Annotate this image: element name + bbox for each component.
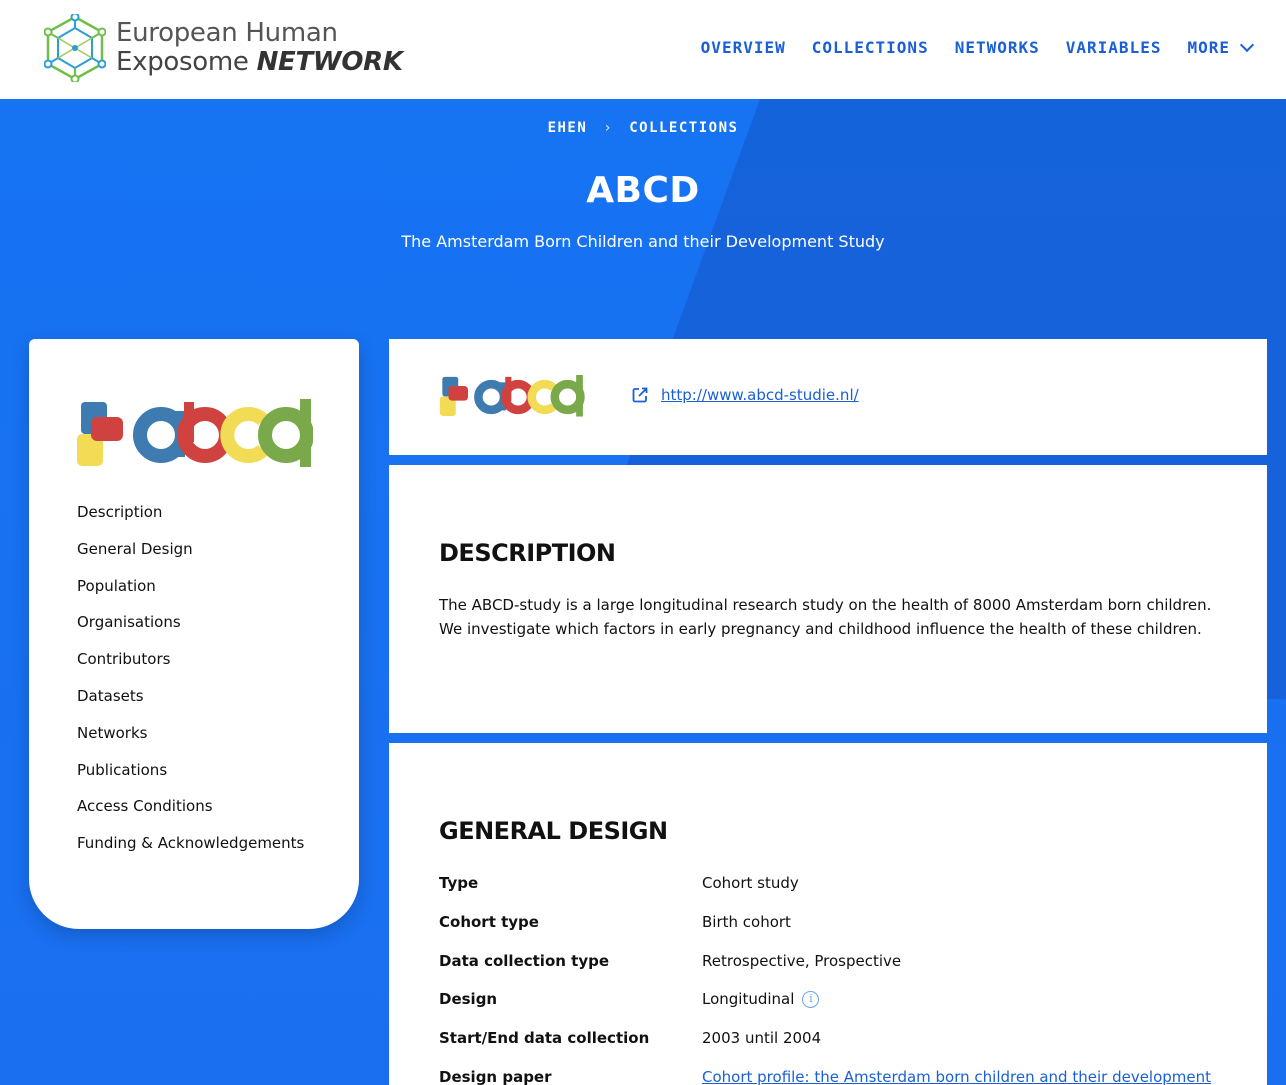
property-key: Design paper (439, 1067, 552, 1085)
nav-overview[interactable]: OVERVIEW (701, 38, 786, 57)
section-link-population[interactable]: Population (77, 576, 304, 613)
brand-name-prefix: Exposome (116, 47, 249, 77)
section-link-organisations[interactable]: Organisations (77, 612, 304, 649)
nav-networks[interactable]: NETWORKS (955, 38, 1040, 57)
property-key: Design (439, 990, 498, 1009)
nav-variables[interactable]: VARIABLES (1066, 38, 1162, 57)
design-properties: Type Cohort study Cohort type Birth coho… (439, 874, 1239, 1085)
main-nav: OVERVIEW COLLECTIONS NETWORKS VARIABLES … (701, 37, 1255, 57)
property-value: Retrospective, Prospective (702, 951, 902, 970)
brand-name-emphasis: NETWORK (256, 47, 403, 77)
section-link-contributors[interactable]: Contributors (77, 649, 304, 686)
info-icon[interactable]: i (802, 990, 820, 1008)
abcd-logo-icon (77, 399, 313, 467)
section-link-publications[interactable]: Publications (77, 760, 304, 797)
property-key: Cohort type (439, 912, 539, 931)
nav-more-label: MORE (1187, 38, 1230, 57)
brand-logo-link[interactable]: European Human Exposome NETWORK (44, 14, 404, 84)
section-link-datasets[interactable]: Datasets (77, 686, 304, 723)
description-text: The ABCD-study is a large longitudinal r… (439, 596, 1212, 638)
design-paper-link[interactable]: Cohort profile: the Amsterdam born child… (702, 1068, 1211, 1085)
property-row: Design paper Cohort profile: the Amsterd… (439, 1068, 1239, 1085)
property-value: Cohort study (702, 874, 799, 892)
sidebar: Description General Design Population Or… (29, 339, 359, 929)
nav-variables-label: VARIABLES (1065, 38, 1162, 57)
property-value: Birth cohort (702, 912, 791, 931)
section-nav: Description General Design Population Or… (77, 502, 304, 870)
breadcrumb-ehen[interactable]: EHEN (548, 120, 588, 136)
section-link-access-conditions[interactable]: Access Conditions (77, 796, 304, 833)
website-link[interactable]: http://www.abcd-studie.nl/ (631, 386, 859, 404)
description-card: Description The ABCD-study is a large lo… (389, 465, 1267, 733)
site-header: European Human Exposome NETWORK OVERVIEW… (0, 0, 1286, 99)
property-row: Design Longitudinal i (439, 990, 1239, 1029)
section-link-networks[interactable]: Networks (77, 723, 304, 760)
brand-name-line2: Exposome NETWORK (116, 47, 403, 77)
section-link-funding[interactable]: Funding & Acknowledgements (77, 833, 304, 870)
network-logo-icon (44, 14, 106, 82)
property-row: Type Cohort study (439, 874, 1239, 913)
general-design-heading: General Design (439, 817, 668, 845)
property-key: Type (439, 874, 479, 892)
property-value-with-info: Longitudinal i (702, 990, 820, 1009)
website-url[interactable]: http://www.abcd-studie.nl/ (661, 386, 859, 404)
nav-more[interactable]: MORE (1187, 37, 1255, 57)
external-link-icon (632, 387, 648, 403)
property-row: Data collection type Retrospective, Pros… (439, 952, 1239, 991)
property-key: Start/End data collection (439, 1029, 650, 1048)
description-heading: Description (439, 539, 616, 567)
nav-networks-label: NETWORKS (954, 38, 1040, 57)
property-row: Cohort type Birth cohort (439, 913, 1239, 952)
property-key: Data collection type (439, 951, 610, 970)
brand-name-line1: European Human (116, 18, 338, 48)
website-card: http://www.abcd-studie.nl/ (389, 339, 1267, 455)
breadcrumb-collections[interactable]: COLLECTIONS (629, 120, 738, 136)
breadcrumb: EHEN › COLLECTIONS (0, 120, 1286, 136)
abcd-logo-small-icon (439, 375, 585, 417)
breadcrumb-separator: › (603, 120, 614, 136)
section-link-general-design[interactable]: General Design (77, 539, 304, 576)
page-subtitle: The Amsterdam Born Children and their De… (401, 232, 885, 251)
chevron-down-icon (1239, 37, 1255, 52)
nav-overview-label: OVERVIEW (700, 38, 786, 57)
section-link-description[interactable]: Description (77, 502, 304, 539)
page-title: ABCD (586, 170, 700, 211)
property-row: Start/End data collection 2003 until 200… (439, 1029, 1239, 1068)
nav-collections[interactable]: COLLECTIONS (812, 38, 929, 57)
property-value: 2003 until 2004 (702, 1029, 822, 1048)
property-value: Longitudinal (702, 990, 795, 1009)
nav-collections-label: COLLECTIONS (811, 38, 929, 57)
general-design-card: General Design Type Cohort study Cohort … (389, 743, 1267, 1085)
